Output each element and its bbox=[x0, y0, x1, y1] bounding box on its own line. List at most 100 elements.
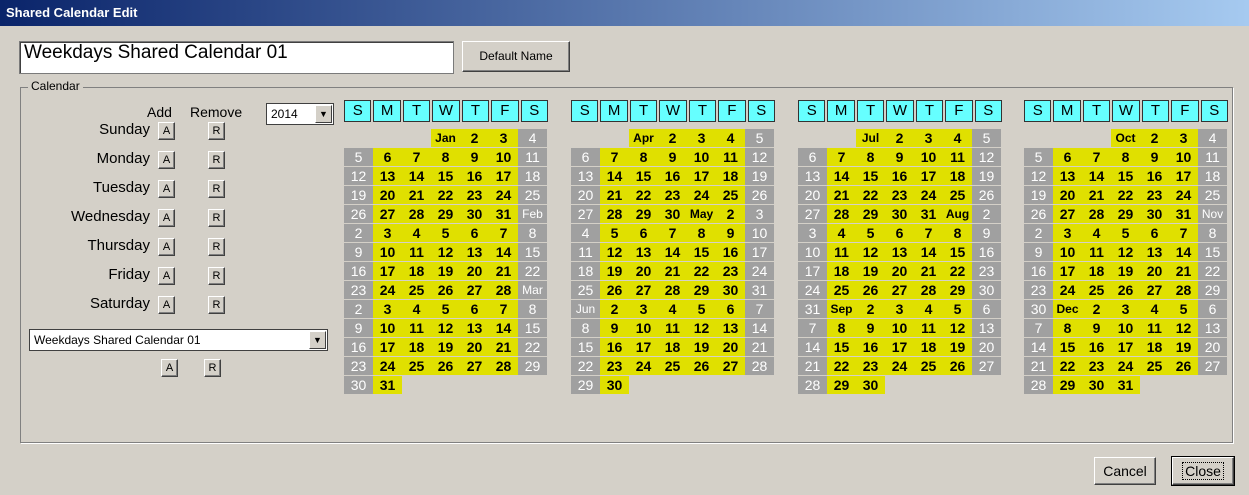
day-cell[interactable]: 18 bbox=[827, 262, 856, 280]
day-cell[interactable]: 14 bbox=[489, 243, 518, 261]
day-cell[interactable]: 24 bbox=[1169, 186, 1198, 204]
day-cell[interactable]: 17 bbox=[1053, 262, 1082, 280]
remove-wednesday-button[interactable]: R bbox=[208, 209, 225, 227]
day-cell[interactable]: 22 bbox=[1053, 357, 1082, 375]
day-cell[interactable]: 8 bbox=[431, 148, 460, 166]
month-start-cell[interactable]: Nov bbox=[1198, 205, 1227, 223]
day-cell[interactable]: 4 bbox=[402, 224, 431, 242]
day-cell[interactable]: 29 bbox=[943, 281, 972, 299]
day-cell[interactable]: 19 bbox=[972, 167, 1001, 185]
day-cell[interactable]: 4 bbox=[518, 129, 547, 147]
day-cell[interactable]: 18 bbox=[914, 338, 943, 356]
day-cell[interactable]: 20 bbox=[460, 338, 489, 356]
remove-friday-button[interactable]: R bbox=[208, 267, 225, 285]
day-cell[interactable]: 6 bbox=[629, 224, 658, 242]
day-cell[interactable]: 6 bbox=[460, 224, 489, 242]
day-cell[interactable]: 26 bbox=[856, 281, 885, 299]
day-cell[interactable]: 6 bbox=[972, 300, 1001, 318]
day-cell[interactable]: 21 bbox=[489, 338, 518, 356]
day-cell[interactable]: 14 bbox=[658, 243, 687, 261]
day-cell[interactable]: 23 bbox=[885, 186, 914, 204]
day-cell[interactable]: 21 bbox=[914, 262, 943, 280]
day-cell[interactable]: 8 bbox=[571, 319, 600, 337]
day-cell[interactable]: 27 bbox=[1053, 205, 1082, 223]
day-cell[interactable]: 3 bbox=[489, 129, 518, 147]
cancel-button[interactable]: Cancel bbox=[1094, 457, 1156, 485]
day-cell[interactable]: 24 bbox=[373, 281, 402, 299]
day-cell[interactable]: 11 bbox=[1082, 243, 1111, 261]
day-cell[interactable]: 4 bbox=[1198, 129, 1227, 147]
day-cell[interactable]: 12 bbox=[943, 319, 972, 337]
day-cell[interactable]: 22 bbox=[943, 262, 972, 280]
day-cell[interactable]: 21 bbox=[745, 338, 774, 356]
day-cell[interactable]: 11 bbox=[914, 319, 943, 337]
day-cell[interactable]: 4 bbox=[658, 300, 687, 318]
day-cell[interactable]: 26 bbox=[1169, 357, 1198, 375]
day-cell[interactable]: 4 bbox=[827, 224, 856, 242]
day-cell[interactable]: 7 bbox=[1024, 319, 1053, 337]
day-cell[interactable]: 19 bbox=[431, 338, 460, 356]
day-cell[interactable]: 22 bbox=[827, 357, 856, 375]
day-cell[interactable]: 5 bbox=[600, 224, 629, 242]
day-cell[interactable]: 21 bbox=[402, 186, 431, 204]
day-cell[interactable]: 19 bbox=[344, 186, 373, 204]
day-cell[interactable]: 12 bbox=[745, 148, 774, 166]
day-cell[interactable]: 2 bbox=[460, 129, 489, 147]
add-saturday-button[interactable]: A bbox=[158, 296, 175, 314]
day-cell[interactable]: 16 bbox=[658, 167, 687, 185]
day-cell[interactable]: 13 bbox=[460, 243, 489, 261]
day-cell[interactable]: 12 bbox=[344, 167, 373, 185]
day-cell[interactable]: 17 bbox=[1111, 338, 1140, 356]
day-cell[interactable]: 23 bbox=[856, 357, 885, 375]
day-cell[interactable]: 23 bbox=[1082, 357, 1111, 375]
add-all-button[interactable]: A bbox=[161, 359, 178, 377]
day-cell[interactable]: 30 bbox=[1082, 376, 1111, 394]
day-cell[interactable]: 2 bbox=[344, 224, 373, 242]
day-cell[interactable]: 7 bbox=[798, 319, 827, 337]
day-cell[interactable]: 16 bbox=[600, 338, 629, 356]
day-cell[interactable]: 13 bbox=[629, 243, 658, 261]
day-cell[interactable]: 5 bbox=[943, 300, 972, 318]
day-cell[interactable]: 28 bbox=[1024, 376, 1053, 394]
day-cell[interactable]: 21 bbox=[1169, 262, 1198, 280]
day-cell[interactable]: 5 bbox=[687, 300, 716, 318]
day-cell[interactable]: 20 bbox=[629, 262, 658, 280]
add-tuesday-button[interactable]: A bbox=[158, 180, 175, 198]
day-cell[interactable]: 9 bbox=[658, 148, 687, 166]
day-cell[interactable]: 8 bbox=[687, 224, 716, 242]
day-cell[interactable]: 4 bbox=[943, 129, 972, 147]
day-cell[interactable]: 30 bbox=[885, 205, 914, 223]
day-cell[interactable]: 30 bbox=[460, 205, 489, 223]
day-cell[interactable]: 23 bbox=[716, 262, 745, 280]
month-start-cell[interactable]: Sep bbox=[827, 300, 856, 318]
day-cell[interactable]: 2 bbox=[1082, 300, 1111, 318]
day-cell[interactable]: 7 bbox=[489, 224, 518, 242]
add-friday-button[interactable]: A bbox=[158, 267, 175, 285]
day-cell[interactable]: 4 bbox=[1082, 224, 1111, 242]
day-cell[interactable]: 18 bbox=[658, 338, 687, 356]
day-cell[interactable]: 30 bbox=[344, 376, 373, 394]
day-cell[interactable]: 29 bbox=[827, 376, 856, 394]
day-cell[interactable]: 26 bbox=[344, 205, 373, 223]
day-cell[interactable]: 3 bbox=[687, 129, 716, 147]
day-cell[interactable]: 18 bbox=[402, 262, 431, 280]
day-cell[interactable]: 25 bbox=[518, 186, 547, 204]
day-cell[interactable]: 25 bbox=[1140, 357, 1169, 375]
day-cell[interactable]: 16 bbox=[716, 243, 745, 261]
day-cell[interactable]: 12 bbox=[687, 319, 716, 337]
remove-all-button[interactable]: R bbox=[204, 359, 221, 377]
day-cell[interactable]: 27 bbox=[885, 281, 914, 299]
day-cell[interactable]: 22 bbox=[1111, 186, 1140, 204]
day-cell[interactable]: 9 bbox=[1140, 148, 1169, 166]
day-cell[interactable]: 13 bbox=[972, 319, 1001, 337]
day-cell[interactable]: 22 bbox=[1198, 262, 1227, 280]
day-cell[interactable]: 19 bbox=[687, 338, 716, 356]
add-thursday-button[interactable]: A bbox=[158, 238, 175, 256]
day-cell[interactable]: 3 bbox=[885, 300, 914, 318]
day-cell[interactable]: 7 bbox=[1169, 224, 1198, 242]
day-cell[interactable]: 19 bbox=[1024, 186, 1053, 204]
day-cell[interactable]: 25 bbox=[658, 357, 687, 375]
day-cell[interactable]: 7 bbox=[914, 224, 943, 242]
add-wednesday-button[interactable]: A bbox=[158, 209, 175, 227]
day-cell[interactable]: 18 bbox=[1198, 167, 1227, 185]
